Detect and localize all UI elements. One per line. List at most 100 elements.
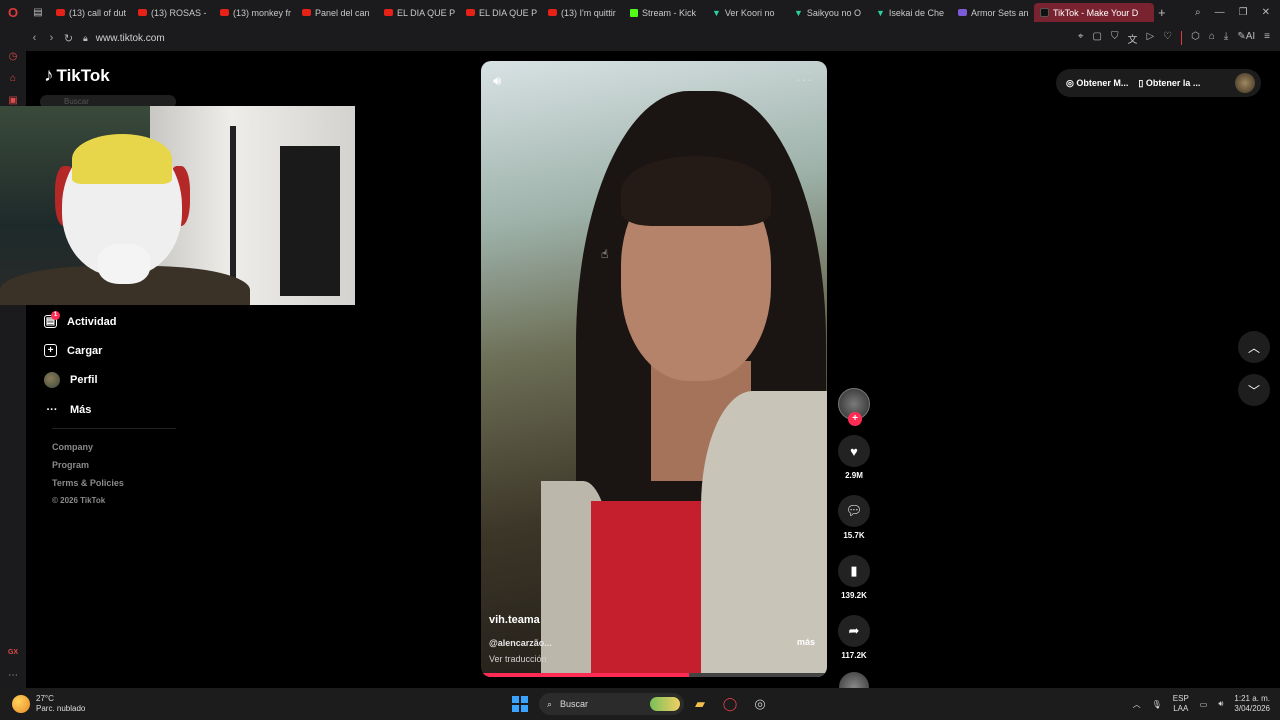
search-icon: ⌕	[547, 698, 553, 709]
tab-label: Stream - Kick	[642, 7, 697, 18]
browser-tab[interactable]: (13) call of dut	[50, 3, 132, 22]
browser-tab[interactable]: EL DIA QUE P	[460, 3, 542, 22]
forward-icon[interactable]: ›	[43, 32, 60, 44]
inbox-icon: ▤ 1	[44, 311, 60, 329]
menu-icon[interactable]: ≡	[1264, 31, 1270, 46]
weather-widget[interactable]: 27°C Parc. nublado	[12, 694, 85, 714]
new-tab-plus-icon[interactable]: +	[1158, 5, 1166, 20]
video-progress-bar[interactable]	[481, 673, 827, 677]
share-icon[interactable]: ➦	[838, 615, 870, 647]
shield-icon[interactable]: ⛉	[1111, 31, 1119, 46]
heart-bookmark-icon[interactable]: ♡	[1163, 31, 1172, 46]
windows-start-icon[interactable]	[512, 696, 528, 712]
nav-label: Cargar	[67, 344, 103, 357]
download-icon[interactable]: ⤓	[1224, 31, 1228, 46]
logo-text: TikTok	[56, 66, 110, 85]
video-more-icon[interactable]: ···	[796, 71, 813, 87]
nav-item-actividad[interactable]: ▤ 1 Actividad	[44, 307, 184, 336]
lock-icon[interactable]: 🔒︎	[83, 33, 88, 44]
tab-label: (13) call of dut	[69, 7, 127, 18]
footer-link-terms[interactable]: Terms & Policies	[52, 476, 124, 494]
lang-bottom: LAA	[1173, 704, 1189, 713]
taskbar-search[interactable]: ⌕ Buscar	[539, 693, 684, 715]
share-action[interactable]: ➦ 117.2K	[837, 615, 871, 660]
volume-tray-icon[interactable]: 🔊︎	[1218, 699, 1223, 709]
restore-icon[interactable]: ❐	[1239, 7, 1248, 18]
sidebar-more-icon[interactable]: ⋯	[7, 670, 19, 682]
heart-icon[interactable]: ♥	[838, 435, 870, 467]
tiktok-logo[interactable]: ♪ TikTok	[44, 65, 110, 87]
opera-logo-icon[interactable]: O	[0, 0, 26, 25]
footer-link-company[interactable]: Company	[52, 440, 124, 458]
more-caption-link[interactable]: más	[797, 637, 815, 647]
close-window-icon[interactable]: ✕	[1262, 7, 1270, 18]
history-icon[interactable]: ◷	[7, 51, 19, 63]
browser-tab[interactable]: (13) monkey fr	[214, 3, 296, 22]
video-mention[interactable]: @alencarzão...	[489, 638, 552, 648]
comment-icon[interactable]: 💬︎	[838, 495, 870, 527]
reload-icon[interactable]: ↻	[60, 32, 77, 45]
back-icon[interactable]: ‹	[26, 32, 43, 44]
browser-tab[interactable]: TikTok - Make Your D	[1034, 3, 1154, 22]
browser-tab[interactable]: ▼ Ver Koori no	[706, 3, 788, 22]
pin-icon[interactable]: ⌖	[1078, 31, 1084, 46]
translate-icon[interactable]: 文	[1127, 31, 1137, 46]
kick-icon	[630, 8, 638, 17]
language-indicator[interactable]: ESP LAA	[1173, 694, 1189, 714]
tray-chevron-icon[interactable]: ︿	[1133, 699, 1141, 710]
clock[interactable]: 1:21 a. m. 3/04/2026	[1234, 694, 1270, 714]
scroll-up-button[interactable]: ︿	[1238, 331, 1270, 363]
youtube-icon	[466, 9, 475, 16]
youtube-icon	[56, 9, 65, 16]
search-tabs-icon[interactable]: ⌕	[1195, 7, 1201, 18]
like-action[interactable]: ♥ 2.9M	[837, 435, 871, 480]
microphone-icon[interactable]: 🎙︎	[1152, 700, 1162, 709]
flow-icon[interactable]: ⌂	[7, 73, 19, 85]
ai-button[interactable]: ✎AI	[1237, 31, 1255, 46]
scroll-down-button[interactable]: ﹀	[1238, 374, 1270, 406]
comment-action[interactable]: 💬︎ 15.7K	[837, 495, 871, 540]
gx-icon[interactable]: GX	[7, 649, 19, 661]
browser-tab[interactable]: EL DIA QUE P	[378, 3, 460, 22]
footer-link-program[interactable]: Program	[52, 458, 124, 476]
nav-item-cargar[interactable]: + Cargar	[44, 336, 184, 365]
save-action[interactable]: ▮ 139.2K	[837, 555, 871, 600]
browser-tab[interactable]: Armor Sets an	[952, 3, 1034, 22]
follow-plus-icon[interactable]: +	[848, 412, 862, 426]
workspaces-icon[interactable]: ▤	[26, 7, 50, 18]
share-count: 117.2K	[841, 651, 867, 660]
extensions-icon[interactable]: ⬡	[1191, 31, 1200, 46]
browser-tab[interactable]: (13) I'm quittir	[542, 3, 624, 22]
volume-icon[interactable]: 🔊︎	[493, 73, 501, 89]
get-app-button[interactable]: ▯ Obtener la ...	[1138, 78, 1200, 89]
browser-tab[interactable]: (13) ROSAS -	[132, 3, 214, 22]
opera-gx-taskbar-icon[interactable]: ◎	[750, 694, 770, 714]
address-bar: ‹ › ↻ 🔒︎ www.tiktok.com ⌖ ▢ ⛉ 文 ▷ ♡ ⬡ ⌂ …	[26, 25, 1280, 51]
user-avatar[interactable]	[1235, 73, 1255, 93]
file-explorer-icon[interactable]: ▰	[690, 694, 710, 714]
upload-icon: +	[44, 344, 57, 358]
browser-tab[interactable]: Panel del can	[296, 3, 378, 22]
wallet-icon[interactable]: ⌂	[1209, 31, 1215, 46]
opera-taskbar-icon[interactable]: ◯	[720, 694, 740, 714]
network-icon[interactable]: ▭	[1200, 700, 1208, 709]
creator-avatar[interactable]: +	[838, 388, 870, 426]
tiktok-note-icon: ♪	[44, 65, 54, 86]
youtube-icon	[302, 9, 311, 16]
snapshot-icon[interactable]: ▢	[1092, 31, 1101, 46]
browser-tab[interactable]: ▼ Saikyou no O	[788, 3, 870, 22]
minimize-icon[interactable]: —	[1215, 7, 1225, 18]
get-coins-button[interactable]: ◎ Obtener M...	[1066, 78, 1128, 89]
translate-link[interactable]: Ver traducción	[489, 654, 547, 664]
browser-tab[interactable]: Stream - Kick	[624, 3, 706, 22]
video-username[interactable]: vih.teama	[489, 614, 540, 626]
nav-item-mas[interactable]: ··· Más	[44, 395, 184, 424]
video-player[interactable]: 🔊︎ ··· vih.teama @alencarzão... Ver trad…	[481, 61, 827, 677]
nav-item-perfil[interactable]: Perfil	[44, 366, 184, 395]
url-field[interactable]: www.tiktok.com	[96, 33, 165, 44]
browser-tab[interactable]: ▼ Isekai de Che	[870, 3, 952, 22]
tab-label: Ver Koori no	[724, 7, 775, 18]
play-icon[interactable]: ▷	[1146, 31, 1154, 46]
bookmark-icon[interactable]: ▮	[838, 555, 870, 587]
tab-label: (13) monkey fr	[233, 7, 292, 18]
